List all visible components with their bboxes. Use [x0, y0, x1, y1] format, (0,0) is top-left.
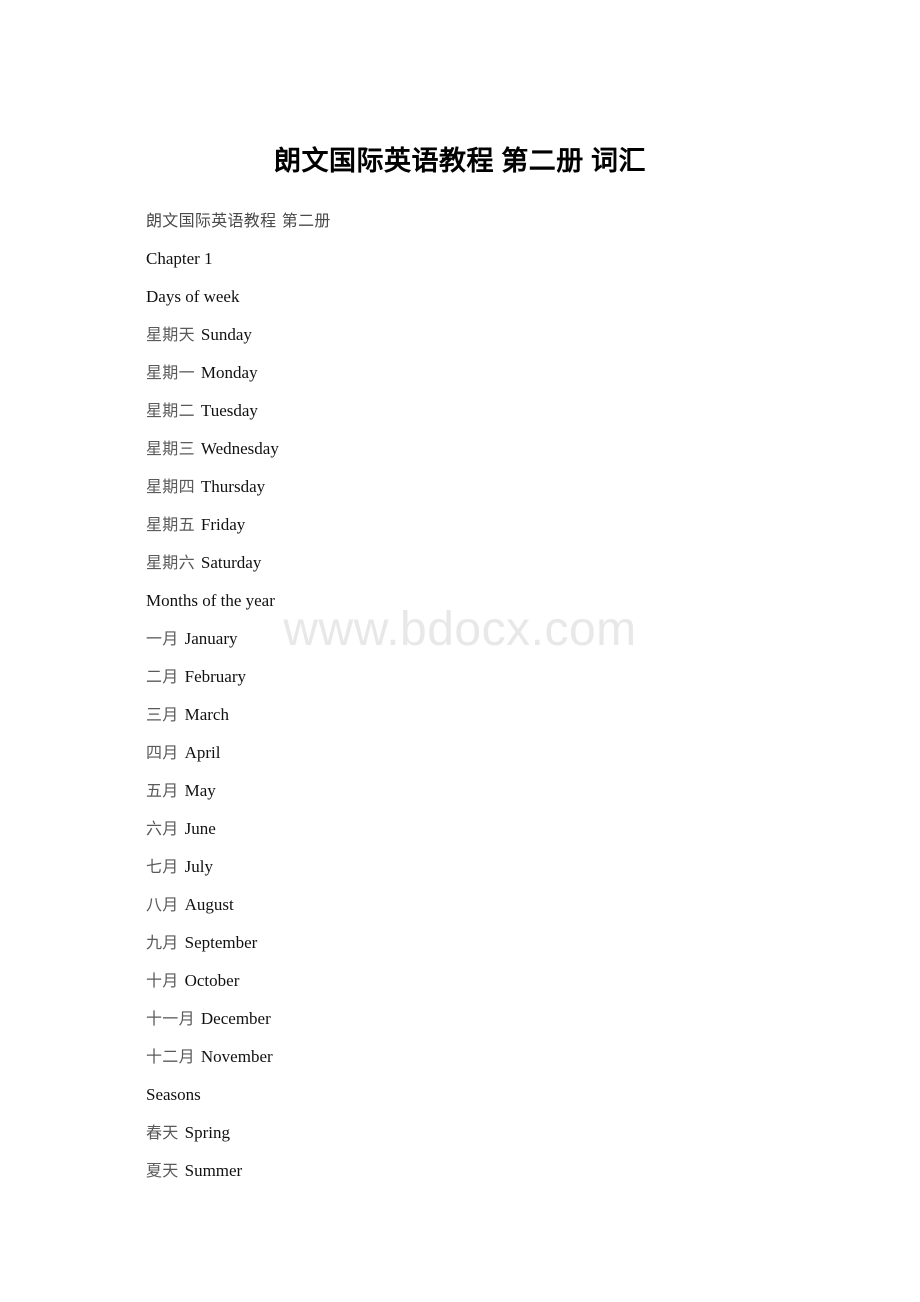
entry-chinese: 九月 — [146, 933, 179, 952]
document-subtitle-text: 朗文国际英语教程 第二册 — [146, 211, 331, 230]
entry-english: July — [184, 857, 213, 876]
document-subtitle: 朗文国际英语教程 第二册 — [146, 202, 920, 240]
entry-english: November — [200, 1047, 273, 1066]
entry-chinese: 十月 — [146, 971, 179, 990]
vocabulary-entry: 八月 August — [146, 886, 920, 924]
vocabulary-entry: 星期天 Sunday — [146, 316, 920, 354]
chapter-heading: Chapter 1 — [146, 240, 920, 278]
entry-chinese: 星期二 — [146, 401, 195, 420]
vocabulary-entry: 星期四 Thursday — [146, 468, 920, 506]
vocabulary-entry: 五月 May — [146, 772, 920, 810]
entry-english: Friday — [200, 515, 246, 534]
entry-english: Wednesday — [200, 439, 279, 458]
section-heading-text: Months of the year — [146, 591, 275, 610]
entry-english: October — [184, 971, 240, 990]
section-heading-days-of-week: Days of week — [146, 278, 920, 316]
entry-english: Thursday — [200, 477, 266, 496]
entry-english: Monday — [200, 363, 258, 382]
vocabulary-entry: 七月 July — [146, 848, 920, 886]
section-heading-text: Days of week — [146, 287, 240, 306]
vocabulary-entry: 十月 October — [146, 962, 920, 1000]
document-page: www.bdocx.com 朗文国际英语教程 第二册 词汇 朗文国际英语教程 第… — [0, 0, 920, 1302]
vocabulary-entry: 四月 April — [146, 734, 920, 772]
entry-english: March — [184, 705, 229, 724]
entry-chinese: 十二月 — [146, 1047, 195, 1066]
entry-chinese: 星期四 — [146, 477, 195, 496]
page-title: 朗文国际英语教程 第二册 词汇 — [274, 146, 646, 176]
entry-english: May — [184, 781, 216, 800]
chapter-heading-text: Chapter 1 — [146, 249, 213, 268]
entry-english: Spring — [184, 1123, 230, 1142]
entry-chinese: 星期六 — [146, 553, 195, 572]
entry-english: Summer — [184, 1161, 243, 1180]
vocabulary-entry: 春天 Spring — [146, 1114, 920, 1152]
vocabulary-entry: 二月 February — [146, 658, 920, 696]
entry-english: April — [184, 743, 221, 762]
entry-chinese: 一月 — [146, 629, 179, 648]
entry-english: Saturday — [200, 553, 262, 572]
vocabulary-entry: 星期五 Friday — [146, 506, 920, 544]
entry-english: December — [200, 1009, 271, 1028]
vocabulary-entry: 十二月 November — [146, 1038, 920, 1076]
vocabulary-entry: 星期二 Tuesday — [146, 392, 920, 430]
vocabulary-entry: 星期六 Saturday — [146, 544, 920, 582]
entry-chinese: 星期天 — [146, 325, 195, 344]
section-heading-seasons: Seasons — [146, 1076, 920, 1114]
entry-chinese: 五月 — [146, 781, 179, 800]
entry-chinese: 二月 — [146, 667, 179, 686]
vocabulary-entry: 星期一 Monday — [146, 354, 920, 392]
entry-english: January — [184, 629, 238, 648]
entry-chinese: 六月 — [146, 819, 179, 838]
document-text-block: 朗文国际英语教程 第二册 Chapter 1 Days of week 星期天 S… — [0, 202, 920, 1190]
document-body: 朗文国际英语教程 第二册 词汇 朗文国际英语教程 第二册 Chapter 1 D… — [0, 0, 920, 1190]
entry-chinese: 春天 — [146, 1123, 179, 1142]
entry-chinese: 星期三 — [146, 439, 195, 458]
vocabulary-entry: 一月 January — [146, 620, 920, 658]
entry-english: Tuesday — [200, 401, 258, 420]
entry-chinese: 八月 — [146, 895, 179, 914]
entry-chinese: 三月 — [146, 705, 179, 724]
vocabulary-entry: 星期三 Wednesday — [146, 430, 920, 468]
section-heading-months-of-the-year: Months of the year — [146, 582, 920, 620]
vocabulary-entry: 三月 March — [146, 696, 920, 734]
entry-chinese: 夏天 — [146, 1161, 179, 1180]
entry-chinese: 十一月 — [146, 1009, 195, 1028]
vocabulary-entry: 十一月 December — [146, 1000, 920, 1038]
entry-english: September — [184, 933, 258, 952]
vocabulary-entry: 九月 September — [146, 924, 920, 962]
entry-english: February — [184, 667, 246, 686]
vocabulary-entry: 夏天 Summer — [146, 1152, 920, 1190]
entry-chinese: 星期五 — [146, 515, 195, 534]
entry-chinese: 星期一 — [146, 363, 195, 382]
entry-english: Sunday — [200, 325, 252, 344]
entry-chinese: 七月 — [146, 857, 179, 876]
vocabulary-entry: 六月 June — [146, 810, 920, 848]
entry-english: June — [184, 819, 216, 838]
section-heading-text: Seasons — [146, 1085, 201, 1104]
entry-english: August — [184, 895, 234, 914]
entry-chinese: 四月 — [146, 743, 179, 762]
